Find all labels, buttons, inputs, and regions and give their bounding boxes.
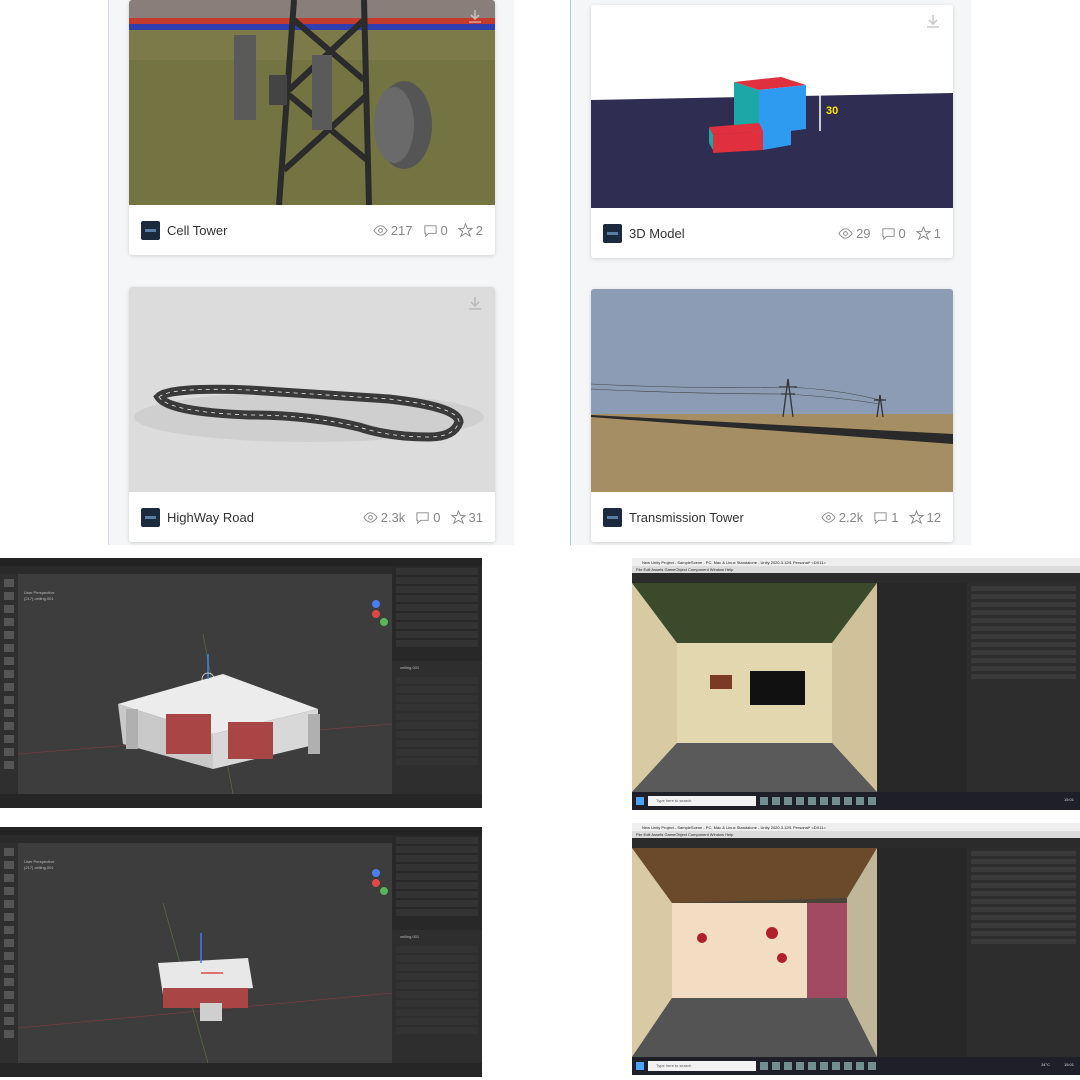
- download-icon[interactable]: [925, 13, 941, 29]
- unity-inspector-panel[interactable]: [967, 848, 1080, 1057]
- blender-properties-panel[interactable]: ceiling.001: [392, 930, 482, 1063]
- card-stats: 2.2k 1 12: [815, 509, 941, 525]
- unity-screenshot-top: New Unity Project - SampleScene - PC, Ma…: [632, 558, 1080, 810]
- windows-taskbar: Type here to search 34°C 15:01: [632, 1057, 1080, 1075]
- comment-icon: [881, 227, 895, 240]
- taskbar-clock: 15:01: [1063, 1062, 1074, 1067]
- download-icon[interactable]: [467, 295, 483, 311]
- unity-menu-bar[interactable]: File Edit Assets GameObject Component Wi…: [632, 831, 1080, 838]
- author-logo[interactable]: [603, 507, 622, 527]
- window-title: New Unity Project - SampleScene - PC, Ma…: [642, 560, 826, 565]
- taskbar-app-icons[interactable]: [760, 1062, 876, 1070]
- house-model-view: [18, 600, 392, 794]
- model-card-3d-model[interactable]: 30 3D Model 29 0 1: [591, 5, 953, 258]
- unity-hierarchy-panel[interactable]: [877, 848, 967, 1057]
- card-footer: Transmission Tower 2.2k 1 12: [591, 492, 953, 542]
- view-count: 2.2k: [838, 509, 864, 525]
- star-count: 2: [475, 222, 483, 238]
- comment-count: 0: [898, 225, 906, 241]
- star-icon[interactable]: [908, 509, 924, 525]
- download-icon[interactable]: [467, 8, 483, 24]
- comment-count: 0: [440, 222, 448, 238]
- unity-title-bar: New Unity Project - SampleScene - PC, Ma…: [632, 823, 1080, 831]
- card-title[interactable]: Cell Tower: [167, 223, 367, 238]
- windows-start-icon[interactable]: [636, 797, 644, 805]
- blender-screenshot-bottom: User Perspective (217) ceiling.001 ceili…: [0, 827, 482, 1077]
- taskbar-temperature: 34°C: [1041, 1062, 1050, 1067]
- dimension-label: 30: [826, 105, 838, 117]
- comment-icon: [416, 511, 429, 524]
- comment-icon: [874, 511, 887, 524]
- unity-scene-view[interactable]: [632, 583, 877, 792]
- window-title: New Unity Project - SampleScene - PC, Ma…: [642, 825, 826, 830]
- view-count: 217: [390, 222, 413, 238]
- blender-toolbar[interactable]: [0, 574, 18, 794]
- author-logo[interactable]: [603, 223, 622, 243]
- blender-3d-viewport[interactable]: User Perspective (217) ceiling.001: [18, 574, 392, 794]
- card-title[interactable]: Transmission Tower: [629, 510, 815, 525]
- unity-scene-view[interactable]: [632, 848, 877, 1057]
- taskbar-clock: 15:01: [1063, 797, 1074, 802]
- card-title[interactable]: HighWay Road: [167, 510, 357, 525]
- unity-inspector-panel[interactable]: [967, 583, 1080, 792]
- view-count: 2.3k: [380, 509, 406, 525]
- card-title[interactable]: 3D Model: [629, 226, 832, 241]
- cell-tower-thumbnail[interactable]: [129, 0, 495, 205]
- blender-properties-panel[interactable]: ceiling.001: [392, 661, 482, 794]
- card-footer: 3D Model 29 0 1: [591, 208, 953, 258]
- blender-outliner[interactable]: ceiling.001: [392, 566, 482, 794]
- properties-object-name: ceiling.001: [400, 934, 420, 939]
- comment-count: 0: [433, 509, 441, 525]
- taskbar-app-icons[interactable]: [760, 797, 876, 805]
- card-footer: Cell Tower 217 0 2: [129, 205, 495, 255]
- blender-outliner[interactable]: ceiling.001: [392, 835, 482, 1063]
- model-card-transmission-tower[interactable]: Transmission Tower 2.2k 1 12: [591, 289, 953, 542]
- eye-icon: [821, 511, 836, 523]
- star-count: 12: [926, 509, 941, 525]
- comment-icon: [423, 224, 437, 237]
- author-logo[interactable]: [141, 507, 160, 527]
- blender-toolbar[interactable]: [0, 843, 18, 1063]
- star-icon[interactable]: [457, 222, 473, 238]
- blender-menu-bar: [0, 558, 482, 566]
- model-card-highway-road[interactable]: HighWay Road 2.3k 0 31: [129, 287, 495, 542]
- blender-timeline[interactable]: [0, 1063, 482, 1077]
- windows-start-icon[interactable]: [636, 1062, 644, 1070]
- taskbar-search-input[interactable]: Type here to search: [648, 1061, 756, 1071]
- unity-screenshot-bottom: New Unity Project - SampleScene - PC, Ma…: [632, 823, 1080, 1075]
- card-stats: 2.3k 0 31: [357, 509, 483, 525]
- eye-icon: [373, 224, 388, 236]
- menu-items[interactable]: File Edit Assets GameObject Component Wi…: [636, 567, 733, 572]
- transmission-tower-thumbnail[interactable]: [591, 289, 953, 492]
- menu-items[interactable]: File Edit Assets GameObject Component Wi…: [636, 832, 733, 837]
- eye-icon: [838, 227, 853, 239]
- star-count: 1: [933, 225, 941, 241]
- star-count: 31: [468, 509, 483, 525]
- unity-menu-bar[interactable]: File Edit Assets GameObject Component Wi…: [632, 566, 1080, 573]
- author-logo[interactable]: [141, 220, 160, 240]
- highway-road-thumbnail[interactable]: [129, 287, 495, 492]
- 3d-model-thumbnail[interactable]: 30: [591, 5, 953, 208]
- unity-hierarchy-panel[interactable]: [877, 583, 967, 792]
- comment-count: 1: [891, 509, 899, 525]
- foundation-model-view: [18, 869, 392, 1063]
- blender-3d-viewport[interactable]: User Perspective (217) ceiling.001: [18, 843, 392, 1063]
- windows-taskbar: Type here to search 15:01: [632, 792, 1080, 810]
- taskbar-search-input[interactable]: Type here to search: [648, 796, 756, 806]
- eye-icon: [363, 511, 378, 523]
- blender-screenshot-top: User Perspective (217) ceiling.001 ceili…: [0, 558, 482, 808]
- star-icon[interactable]: [450, 509, 466, 525]
- card-stats: 29 0 1: [832, 225, 941, 241]
- card-footer: HighWay Road 2.3k 0 31: [129, 492, 495, 542]
- unity-title-bar: New Unity Project - SampleScene - PC, Ma…: [632, 558, 1080, 566]
- model-card-cell-tower[interactable]: Cell Tower 217 0 2: [129, 0, 495, 255]
- star-icon[interactable]: [915, 225, 931, 241]
- view-count: 29: [856, 225, 871, 241]
- card-stats: 217 0 2: [367, 222, 483, 238]
- blender-timeline[interactable]: [0, 794, 482, 808]
- blender-menu-bar: [0, 827, 482, 835]
- properties-object-name: ceiling.001: [400, 665, 420, 670]
